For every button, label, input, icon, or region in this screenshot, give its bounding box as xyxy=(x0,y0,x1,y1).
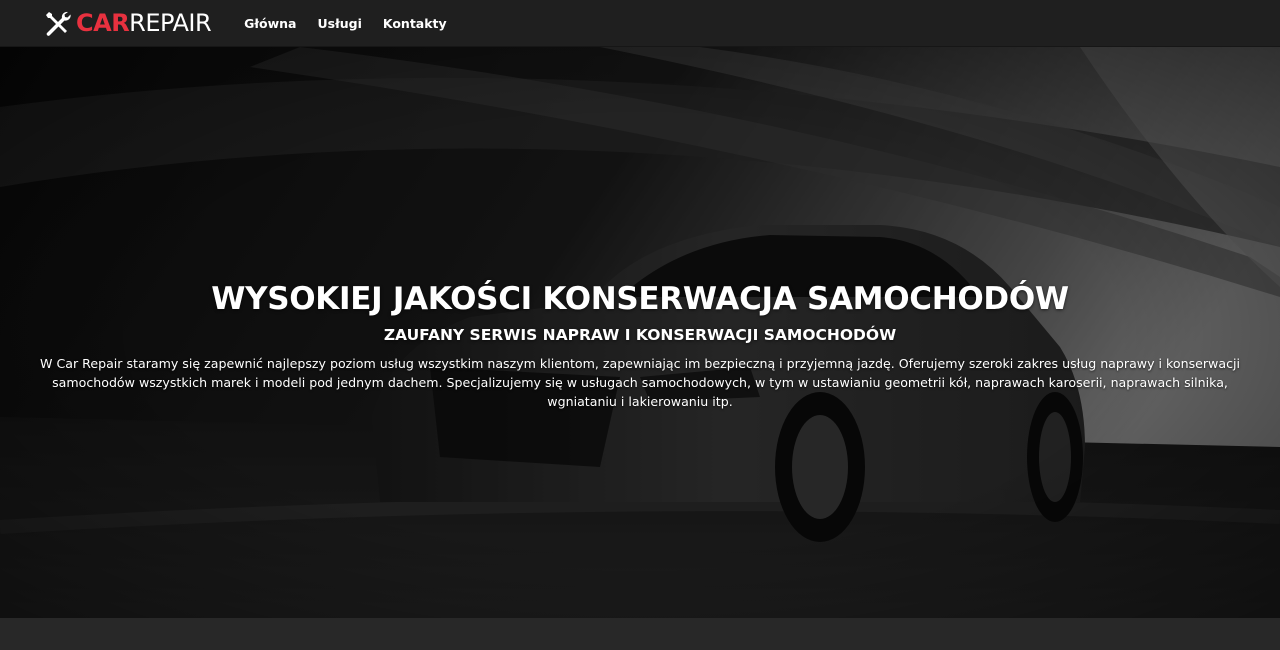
nav-link-services[interactable]: Usługi xyxy=(318,16,362,31)
hero-content: WYSOKIEJ JAKOŚCI KONSERWACJA SAMOCHODÓW … xyxy=(0,47,1280,618)
logo-text: CARREPAIR xyxy=(76,9,212,37)
navbar: CARREPAIR Główna Usługi Kontakty xyxy=(0,0,1280,47)
hero-description: W Car Repair staramy się zapewnić najlep… xyxy=(40,356,1240,409)
logo-repair-text: REPAIR xyxy=(129,9,212,37)
nav-link-contacts[interactable]: Kontakty xyxy=(383,16,447,31)
hero-title: WYSOKIEJ JAKOŚCI KONSERWACJA SAMOCHODÓW xyxy=(211,281,1069,317)
next-section-strip xyxy=(0,618,1280,650)
hero-section: WYSOKIEJ JAKOŚCI KONSERWACJA SAMOCHODÓW … xyxy=(0,47,1280,618)
nav-links: Główna Usługi Kontakty xyxy=(244,16,468,31)
logo[interactable]: CARREPAIR xyxy=(42,0,212,47)
nav-link-home[interactable]: Główna xyxy=(244,16,296,31)
logo-car-text: CAR xyxy=(76,9,130,37)
hero-subtitle: ZAUFANY SERWIS NAPRAW I KONSERWACJI SAMO… xyxy=(383,326,897,344)
wrench-screwdriver-icon xyxy=(46,11,71,36)
